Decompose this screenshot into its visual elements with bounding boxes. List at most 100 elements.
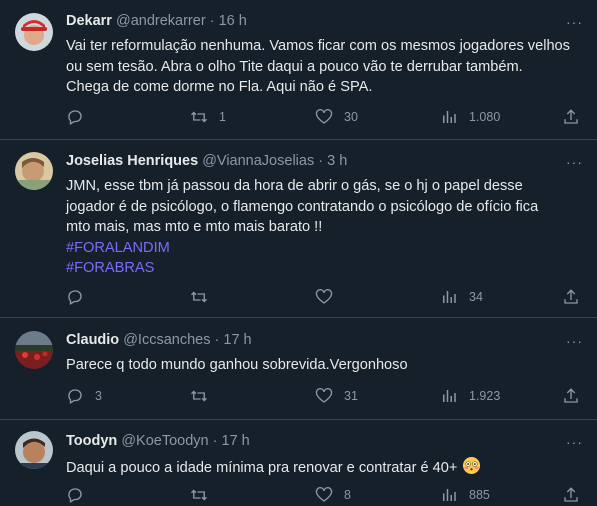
separator: · (209, 13, 215, 29)
user-handle[interactable]: @KoeToodyn (121, 433, 208, 449)
more-options-icon[interactable]: ··· (566, 434, 583, 450)
tweet-feed: Dekarr @andrekarrer · 16 h ··· Vai ter r… (0, 0, 597, 503)
tweet[interactable]: Claudio @Iccsanches · 17 h ··· Parece q … (0, 318, 597, 420)
heart-icon (315, 487, 333, 502)
share-button[interactable] (562, 486, 580, 504)
retweet-button[interactable]: 1 (190, 108, 226, 126)
separator: · (318, 153, 324, 169)
separator: · (214, 332, 220, 348)
tweet[interactable]: Dekarr @andrekarrer · 16 h ··· Vai ter r… (0, 0, 597, 140)
share-icon (564, 289, 578, 304)
reply-icon (68, 110, 82, 125)
flushed-face-emoji (462, 456, 480, 475)
user-handle[interactable]: @ViannaJoselias (202, 153, 314, 169)
avatar[interactable] (15, 431, 53, 469)
like-count: 31 (344, 389, 358, 403)
tweet-header: Dekarr @andrekarrer · 16 h (66, 13, 247, 29)
hashtag-link[interactable]: #FORABRAS (66, 258, 576, 279)
like-button[interactable]: 30 (315, 108, 358, 126)
views-count: 34 (469, 290, 483, 304)
reply-button[interactable] (66, 108, 95, 126)
views-icon (443, 489, 456, 501)
tweet-line: mto mais, mas mto e mto mais barato !! (66, 219, 323, 235)
like-button[interactable]: 8 (315, 486, 351, 504)
timestamp[interactable]: 17 h (222, 433, 250, 449)
tweet-text: Vai ter reformulação nenhuma. Vamos fica… (66, 36, 576, 98)
tweet-line: jogador é de psicólogo, o flamengo contr… (66, 198, 539, 215)
views-icon (443, 390, 456, 402)
like-count: 8 (344, 488, 351, 502)
display-name[interactable]: Dekarr (66, 13, 112, 29)
share-button[interactable] (562, 108, 580, 126)
tweet-actions: 34 (0, 288, 597, 308)
timestamp[interactable]: 17 h (223, 332, 251, 348)
separator: · (212, 433, 218, 449)
share-icon (564, 109, 578, 124)
reply-button[interactable] (66, 288, 95, 306)
timestamp[interactable]: 3 h (327, 153, 347, 169)
avatar[interactable] (15, 13, 53, 51)
tweet-line: Daqui a pouco a idade mínima pra renovar… (66, 456, 576, 479)
reply-count: 3 (95, 389, 102, 403)
share-button[interactable] (562, 387, 580, 405)
more-options-icon[interactable]: ··· (566, 333, 583, 349)
tweet-header: Toodyn @KoeToodyn · 17 h (66, 433, 250, 449)
timestamp[interactable]: 16 h (219, 13, 247, 29)
user-handle[interactable]: @Iccsanches (123, 332, 210, 348)
views-button[interactable]: 885 (440, 486, 490, 504)
hashtag-link[interactable]: #FORALANDIM (66, 238, 576, 259)
views-icon (443, 291, 456, 303)
views-button[interactable]: 1.080 (440, 108, 500, 126)
avatar[interactable] (15, 331, 53, 369)
views-count: 885 (469, 488, 490, 502)
retweet-icon (191, 489, 207, 501)
reply-icon (68, 488, 82, 503)
tweet-line-text: Daqui a pouco a idade mínima pra renovar… (66, 460, 458, 476)
tweet-actions: 3 31 1.923 (0, 387, 597, 407)
views-icon (443, 111, 456, 123)
share-icon (564, 388, 578, 403)
tweet-actions: 8 885 (0, 486, 597, 506)
heart-icon (315, 388, 333, 403)
display-name[interactable]: Toodyn (66, 433, 117, 449)
reply-button[interactable] (66, 486, 95, 504)
retweet-icon (191, 111, 207, 123)
like-button[interactable]: 31 (315, 387, 358, 405)
reply-icon (68, 389, 82, 404)
tweet-text: Parece q todo mundo ganhou sobrevida.Ver… (66, 355, 576, 376)
tweet-line: Vai ter reformulação nenhuma. Vamos fica… (66, 38, 570, 54)
more-options-icon[interactable]: ··· (566, 154, 583, 170)
tweet-line: Parece q todo mundo ganhou sobrevida.Ver… (66, 357, 408, 373)
share-button[interactable] (562, 288, 580, 306)
avatar[interactable] (15, 152, 53, 190)
display-name[interactable]: Joselias Henriques (66, 153, 198, 169)
views-count: 1.923 (469, 389, 501, 403)
tweet-line: Chega de come dorme no Fla. Aqui não é S… (66, 79, 373, 95)
views-button[interactable]: 1.923 (440, 387, 500, 405)
retweet-icon (191, 390, 207, 402)
retweet-count: 1 (219, 110, 226, 124)
retweet-button[interactable] (190, 486, 219, 504)
views-count: 1.080 (469, 110, 501, 124)
tweet-header: Joselias Henriques @ViannaJoselias · 3 h (66, 153, 347, 169)
user-handle[interactable]: @andrekarrer (116, 13, 206, 29)
retweet-icon (191, 291, 207, 303)
share-icon (564, 487, 578, 502)
like-count: 30 (344, 110, 358, 124)
retweet-button[interactable] (190, 288, 219, 306)
tweet[interactable]: Toodyn @KoeToodyn · 17 h ··· Daqui a pou… (0, 420, 597, 503)
views-button[interactable]: 34 (440, 288, 483, 306)
like-button[interactable] (315, 288, 344, 306)
tweet-line: ou sem tesão. Abra o olho Tite daqui a p… (66, 58, 523, 75)
tweet-actions: 1 30 1.080 (0, 108, 597, 128)
heart-icon (315, 109, 333, 124)
tweet-text: JMN, esse tbm já passou da hora de abrir… (66, 176, 576, 279)
more-options-icon[interactable]: ··· (566, 14, 583, 30)
tweet-header: Claudio @Iccsanches · 17 h (66, 332, 252, 348)
heart-icon (315, 289, 333, 304)
display-name[interactable]: Claudio (66, 332, 119, 348)
tweet-text: Daqui a pouco a idade mínima pra renovar… (66, 456, 576, 479)
reply-button[interactable]: 3 (66, 387, 102, 405)
retweet-button[interactable] (190, 387, 219, 405)
tweet[interactable]: Joselias Henriques @ViannaJoselias · 3 h… (0, 140, 597, 318)
